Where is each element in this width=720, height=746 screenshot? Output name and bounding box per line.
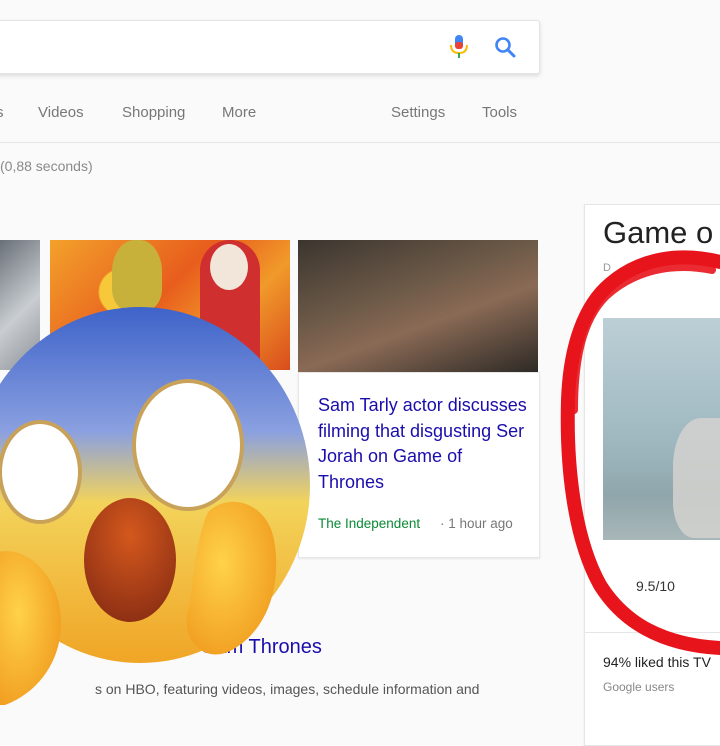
screaming-face-emoji-icon xyxy=(0,307,310,705)
